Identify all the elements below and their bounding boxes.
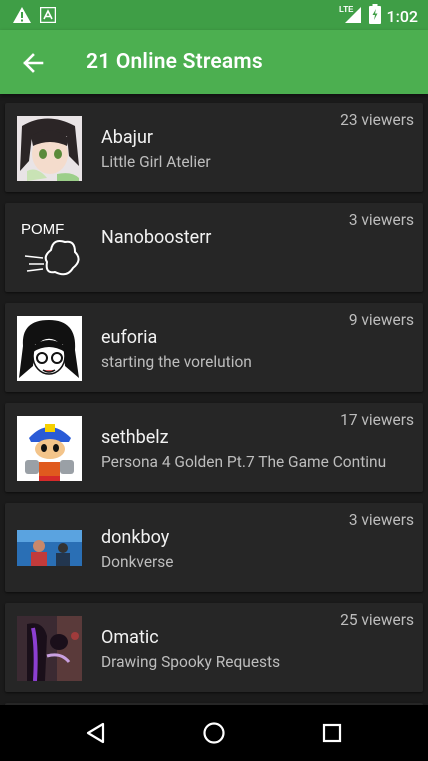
viewer-count: 9 viewers — [348, 311, 414, 329]
stream-thumbnail: POMF — [17, 216, 82, 281]
stream-subtitle: Little Girl Atelier — [101, 153, 211, 171]
stream-subtitle: Donkverse — [101, 553, 174, 571]
triangle-back-icon — [86, 722, 105, 744]
stream-card-euforia[interactable]: euforia starting the vorelution 9 viewer… — [5, 303, 423, 392]
stream-name: Omatic — [101, 627, 159, 648]
stream-thumbnail — [17, 116, 82, 181]
app-bar: 21 Online Streams — [0, 30, 428, 94]
app-notification-icon — [39, 6, 57, 27]
svg-text:LTE: LTE — [339, 5, 354, 14]
stream-thumbnail — [17, 316, 82, 381]
stream-name: Abajur — [101, 127, 153, 148]
circle-home-icon — [203, 722, 225, 744]
stream-name: Nanoboosterr — [101, 227, 212, 248]
viewer-count: 3 viewers — [348, 511, 414, 529]
nav-recents-button[interactable] — [318, 719, 346, 747]
arrow-left-icon — [23, 53, 44, 73]
stream-thumbnail — [17, 516, 82, 581]
viewer-count: 25 viewers — [340, 611, 414, 629]
stream-card-donkboy[interactable]: donkboy Donkverse 3 viewers — [5, 503, 423, 592]
nav-back-button[interactable] — [82, 719, 110, 747]
stream-subtitle: Persona 4 Golden Pt.7 The Game Continu — [101, 453, 387, 471]
viewer-count: 17 viewers — [340, 411, 414, 429]
stream-subtitle: Drawing Spooky Requests — [101, 653, 281, 671]
stream-name: sethbelz — [101, 427, 169, 448]
stream-card-omatic[interactable]: Omatic Drawing Spooky Requests 25 viewer… — [5, 603, 423, 692]
nav-home-button[interactable] — [200, 719, 228, 747]
stream-subtitle: starting the vorelution — [101, 353, 252, 371]
viewer-count: 23 viewers — [340, 111, 414, 129]
lte-signal-icon: LTE — [339, 4, 363, 28]
warning-icon — [12, 6, 32, 28]
stream-card-sethbelz[interactable]: sethbelz Persona 4 Golden Pt.7 The Game … — [5, 403, 423, 492]
stream-card-nanoboosterr[interactable]: POMF Nanoboosterr 3 viewers — [5, 203, 423, 292]
back-button[interactable] — [18, 48, 48, 78]
stream-card-abajur[interactable]: Abajur Little Girl Atelier 23 viewers — [5, 103, 423, 192]
battery-icon — [368, 4, 381, 28]
viewer-count: 3 viewers — [348, 211, 414, 229]
stream-name: euforia — [101, 327, 158, 348]
stream-name: donkboy — [101, 527, 170, 548]
page-title: 21 Online Streams — [86, 50, 263, 74]
navigation-bar — [0, 705, 428, 761]
stream-thumbnail — [17, 416, 82, 481]
clock: 1:02 — [386, 6, 419, 26]
status-bar: LTE 1:02 — [0, 0, 428, 30]
stream-thumbnail — [17, 616, 82, 681]
square-recents-icon — [322, 723, 342, 743]
svg-text:POMF: POMF — [21, 221, 64, 238]
